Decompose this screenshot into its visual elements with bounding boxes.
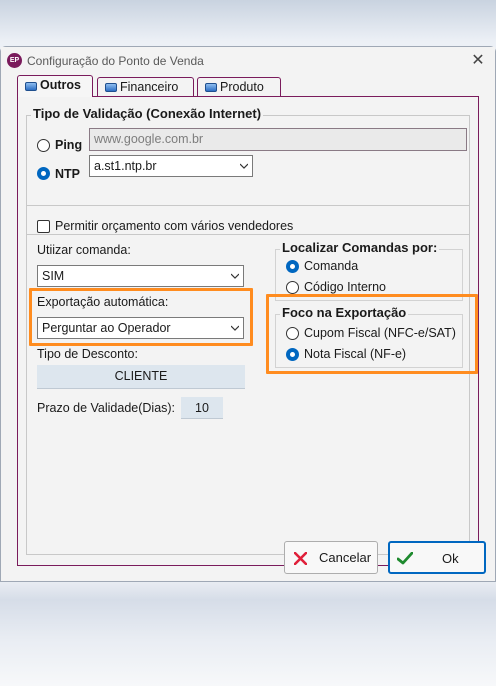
config-dialog: EP Configuração do Ponto de Venda ✕ Outr… <box>0 46 496 582</box>
ntp-radio[interactable] <box>37 167 50 180</box>
folder-icon <box>105 83 117 92</box>
checkmark-icon <box>397 552 413 565</box>
tab-label: Outros <box>40 78 81 92</box>
ok-button[interactable]: Ok <box>388 541 486 574</box>
focus-highlight-box <box>266 294 478 374</box>
export-highlight-box <box>29 288 253 346</box>
chevron-down-icon <box>240 163 248 169</box>
discount-label: Tipo de Desconto: <box>37 347 138 361</box>
discount-type-button[interactable]: CLIENTE <box>37 365 245 389</box>
cancel-x-icon <box>294 552 307 565</box>
close-button[interactable]: ✕ <box>467 51 489 71</box>
validity-days-input[interactable]: 10 <box>181 397 223 419</box>
chevron-down-icon <box>231 273 239 279</box>
validity-label: Prazo de Validade(Dias): <box>37 401 176 415</box>
cancel-label: Cancelar <box>319 550 372 565</box>
tab-panel-outros: Tipo de Validação (Conexão Internet) Pin… <box>17 96 479 566</box>
ping-radio[interactable] <box>37 139 50 152</box>
ping-label: Ping <box>55 138 83 152</box>
locate-comanda-radio[interactable] <box>286 260 299 273</box>
app-icon: EP <box>7 53 22 68</box>
folder-icon <box>205 83 217 92</box>
locate-comanda-label: Comanda <box>304 259 359 273</box>
tab-outros[interactable]: Outros <box>17 75 93 97</box>
title-bar: EP Configuração do Ponto de Venda ✕ <box>1 47 495 75</box>
ntp-server-select[interactable]: a.st1.ntp.br <box>89 155 253 177</box>
locate-codigo-radio[interactable] <box>286 281 299 294</box>
tab-label: Produto <box>220 80 264 94</box>
cancel-button[interactable]: Cancelar <box>284 541 378 574</box>
tab-produto[interactable]: Produto <box>197 77 281 96</box>
ntp-label: NTP <box>55 167 80 181</box>
ok-label: Ok <box>442 551 459 566</box>
validation-group-title: Tipo de Validação (Conexão Internet) <box>31 106 264 121</box>
ntp-server-value: a.st1.ntp.br <box>94 159 157 173</box>
window-title: Configuração do Ponto de Venda <box>27 54 204 68</box>
multi-seller-checkbox[interactable] <box>37 220 50 233</box>
locate-codigo-label: Código Interno <box>304 280 387 294</box>
tab-label: Financeiro <box>120 80 179 94</box>
options-group: Permitir orçamento com vários vendedores… <box>26 205 478 555</box>
comanda-select[interactable]: SIM <box>37 265 244 287</box>
comanda-label: Utiizar comanda: <box>37 243 131 257</box>
multi-seller-label: Permitir orçamento com vários vendedores <box>55 219 294 233</box>
folder-icon <box>25 82 37 91</box>
comanda-value: SIM <box>42 269 65 283</box>
locate-group-title: Localizar Comandas por: <box>280 240 440 255</box>
tab-financeiro[interactable]: Financeiro <box>97 77 194 96</box>
ping-host-input[interactable]: www.google.com.br <box>89 128 467 151</box>
